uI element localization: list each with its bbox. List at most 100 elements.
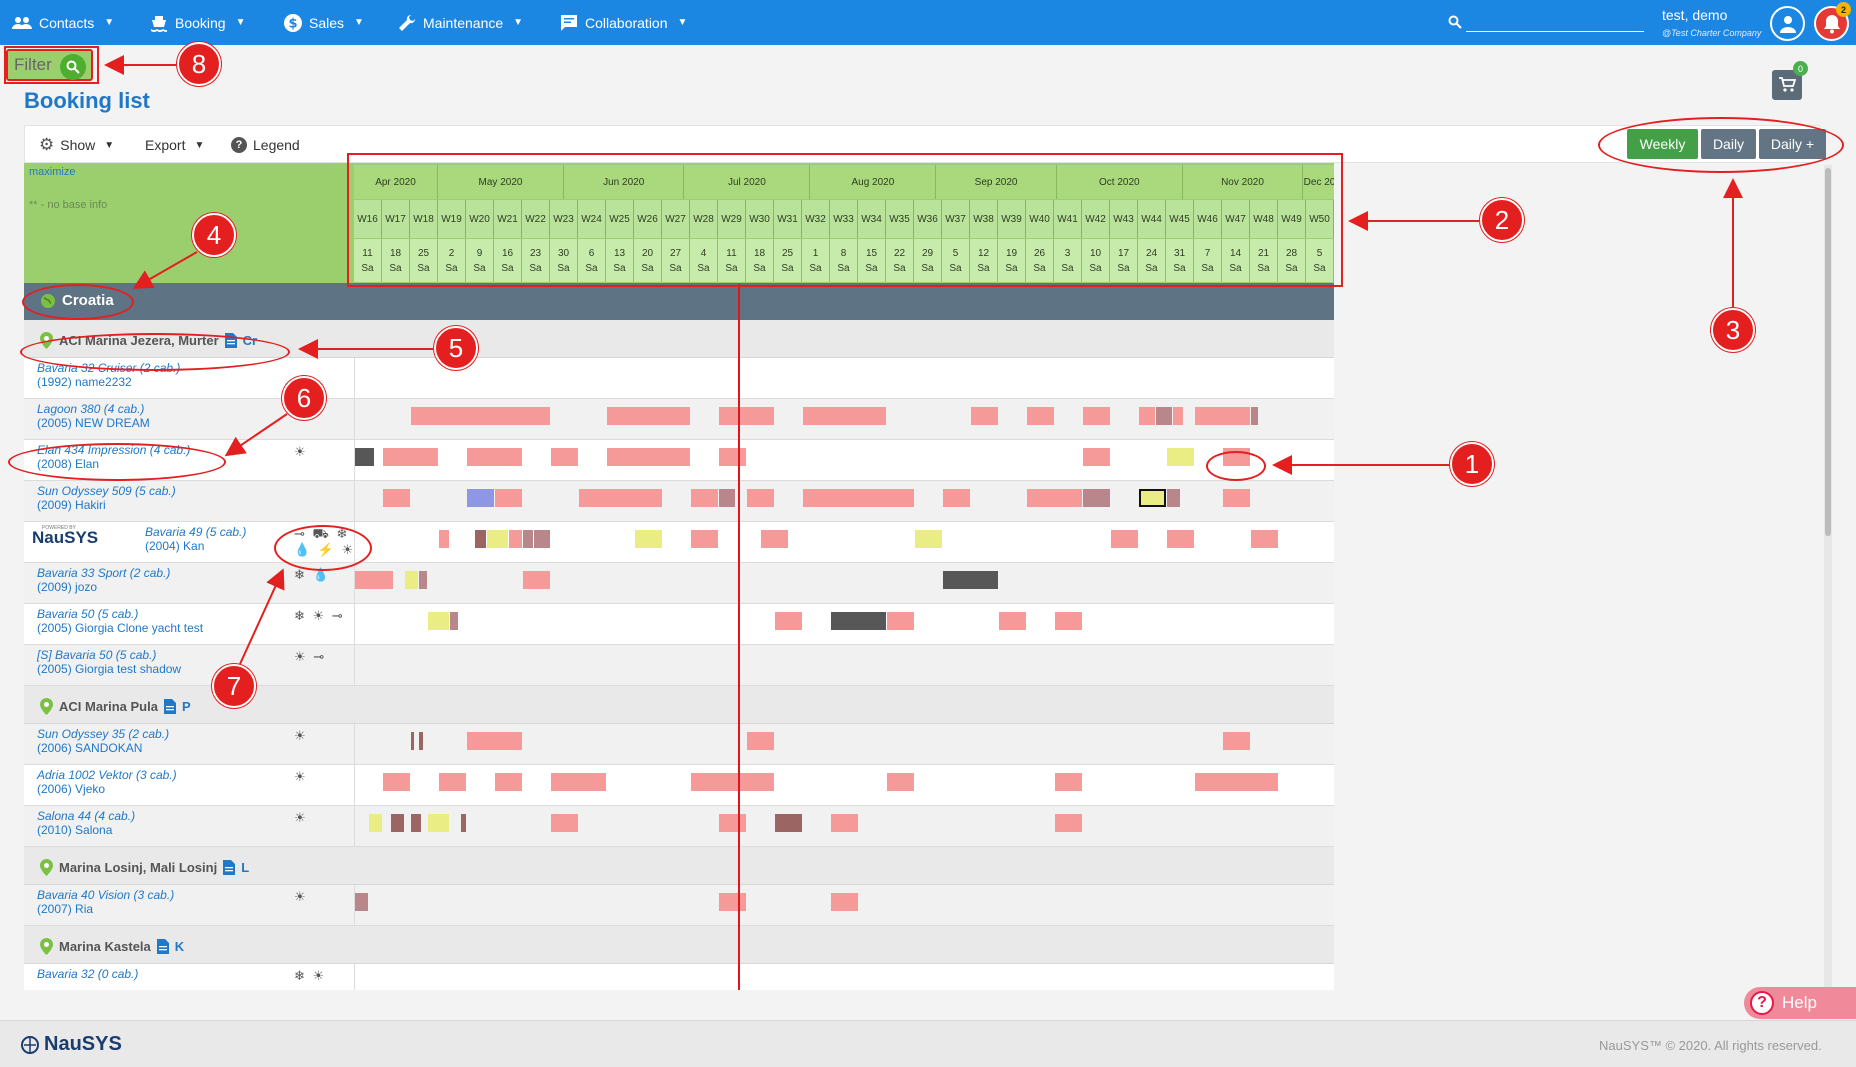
week-header[interactable]: W50 — [1306, 200, 1334, 238]
booking-timeline[interactable] — [354, 481, 1334, 521]
booking-block[interactable] — [1027, 489, 1082, 507]
booking-block[interactable] — [1251, 407, 1259, 425]
boat-row[interactable]: Bavaria 50 (5 cab.) (2005) Giorgia Clone … — [24, 604, 1334, 645]
document-icon[interactable] — [223, 860, 236, 875]
boat-year[interactable]: (2007) Ria — [37, 902, 93, 916]
boat-year[interactable]: (2005) Giorgia test shadow — [37, 662, 181, 676]
booking-block[interactable] — [450, 612, 458, 630]
marina-code[interactable]: K — [175, 939, 184, 954]
boat-name[interactable]: Sun Odyssey 35 (2 cab.) — [37, 727, 169, 741]
booking-block[interactable] — [719, 407, 774, 425]
booking-block[interactable] — [1155, 407, 1172, 425]
week-header[interactable]: W28 — [690, 200, 718, 238]
help-button[interactable]: ? Help — [1744, 987, 1856, 1019]
boat-year[interactable]: (2005) NEW DREAM — [37, 416, 150, 430]
marina-row[interactable]: Marina Kastela K — [24, 926, 1334, 964]
day-header[interactable]: 8 Sa — [830, 239, 858, 282]
boat-name[interactable]: Elan 434 Impression (4 cab.) — [37, 443, 190, 457]
week-header[interactable]: W32 — [802, 200, 830, 238]
document-icon[interactable] — [224, 333, 237, 348]
boat-year[interactable]: (2009) Hakiri — [37, 498, 106, 512]
boat-year[interactable]: (2009) jozo — [37, 580, 97, 594]
boat-row[interactable]: Lagoon 380 (4 cab.) (2005) NEW DREAM — [24, 399, 1334, 440]
day-header[interactable]: 23 Sa — [522, 239, 550, 282]
booking-block[interactable] — [1251, 530, 1278, 548]
booking-block[interactable] — [1055, 773, 1082, 791]
week-header[interactable]: W41 — [1054, 200, 1082, 238]
show-menu[interactable]: ⚙ Show ▼ — [39, 126, 114, 164]
marina-code[interactable]: P — [182, 699, 191, 714]
search-input[interactable] — [1466, 31, 1644, 32]
boat-row[interactable]: POWERED BY NauSYS Bavaria 49 (5 cab.) (2004… — [24, 522, 1334, 563]
legend-button[interactable]: ? Legend — [231, 126, 300, 164]
boat-row[interactable]: Sun Odyssey 509 (5 cab.) (2009) Hakiri — [24, 481, 1334, 522]
booking-block[interactable] — [775, 612, 802, 630]
booking-timeline[interactable] — [354, 563, 1334, 603]
week-header[interactable]: W35 — [886, 200, 914, 238]
booking-block[interactable] — [719, 489, 735, 507]
booking-block[interactable] — [607, 448, 690, 466]
booking-block[interactable] — [411, 407, 550, 425]
week-header[interactable]: W49 — [1278, 200, 1306, 238]
boat-name[interactable]: Salona 44 (4 cab.) — [37, 809, 135, 823]
export-menu[interactable]: Export ▼ — [145, 126, 204, 164]
booking-block[interactable] — [579, 489, 662, 507]
marina-code[interactable]: L — [241, 860, 249, 875]
booking-block[interactable] — [523, 571, 550, 589]
booking-timeline[interactable] — [354, 806, 1334, 846]
booking-block[interactable] — [1172, 407, 1183, 425]
booking-block[interactable] — [427, 814, 450, 832]
booking-block[interactable] — [887, 773, 914, 791]
booking-timeline[interactable] — [354, 604, 1334, 644]
nav-collaboration[interactable]: Collaboration ▼ — [560, 0, 687, 45]
week-header[interactable]: W38 — [970, 200, 998, 238]
week-header[interactable]: W34 — [858, 200, 886, 238]
boat-year[interactable]: (1992) name2232 — [37, 375, 132, 389]
booking-block[interactable] — [887, 612, 914, 630]
booking-block[interactable] — [691, 489, 718, 507]
booking-block[interactable] — [1223, 448, 1250, 466]
week-header[interactable]: W26 — [634, 200, 662, 238]
booking-block[interactable] — [439, 530, 450, 548]
week-header[interactable]: W30 — [746, 200, 774, 238]
booking-timeline[interactable] — [354, 765, 1334, 805]
booking-block[interactable] — [551, 448, 578, 466]
week-header[interactable]: W17 — [382, 200, 410, 238]
week-header[interactable]: W24 — [578, 200, 606, 238]
booking-block[interactable] — [1083, 489, 1110, 507]
booking-block[interactable] — [495, 489, 522, 507]
boat-name[interactable]: Lagoon 380 (4 cab.) — [37, 402, 144, 416]
booking-block[interactable] — [355, 571, 394, 589]
boat-row[interactable]: Bavaria 33 Sport (2 cab.) (2009) jozo ❄ 💧 — [24, 563, 1334, 604]
day-header[interactable]: 12 Sa — [970, 239, 998, 282]
day-header[interactable]: 5 Sa — [1306, 239, 1334, 282]
marina-code[interactable]: Cr — [243, 333, 257, 348]
booking-block[interactable] — [691, 530, 718, 548]
user-name[interactable]: test, demo — [1662, 7, 1727, 23]
boat-row[interactable]: Bavaria 32 Cruiser (2 cab.) (1992) name22… — [24, 358, 1334, 399]
booking-block[interactable] — [1167, 530, 1194, 548]
week-header[interactable]: W47 — [1222, 200, 1250, 238]
booking-block[interactable] — [1195, 773, 1278, 791]
booking-block[interactable] — [607, 407, 690, 425]
booking-block[interactable] — [1083, 448, 1110, 466]
booking-block[interactable] — [943, 489, 970, 507]
week-header[interactable]: W46 — [1194, 200, 1222, 238]
day-header[interactable]: 24 Sa — [1138, 239, 1166, 282]
booking-timeline[interactable] — [354, 399, 1334, 439]
boat-year[interactable]: (2006) SANDOKAN — [37, 741, 142, 755]
booking-block[interactable] — [467, 732, 522, 750]
booking-block[interactable] — [1195, 407, 1250, 425]
document-icon[interactable] — [163, 699, 176, 714]
boat-year[interactable]: (2004) Kan — [145, 539, 204, 553]
booking-block[interactable] — [383, 773, 410, 791]
booking-block[interactable] — [831, 893, 858, 911]
day-header[interactable]: 27 Sa — [662, 239, 690, 282]
search-box[interactable] — [1448, 10, 1462, 34]
booking-block[interactable] — [1167, 489, 1180, 507]
boat-name[interactable]: Sun Odyssey 509 (5 cab.) — [37, 484, 176, 498]
week-header[interactable]: W25 — [606, 200, 634, 238]
week-header[interactable]: W31 — [774, 200, 802, 238]
booking-block[interactable] — [971, 407, 998, 425]
maximize-link[interactable]: maximize — [29, 166, 75, 178]
